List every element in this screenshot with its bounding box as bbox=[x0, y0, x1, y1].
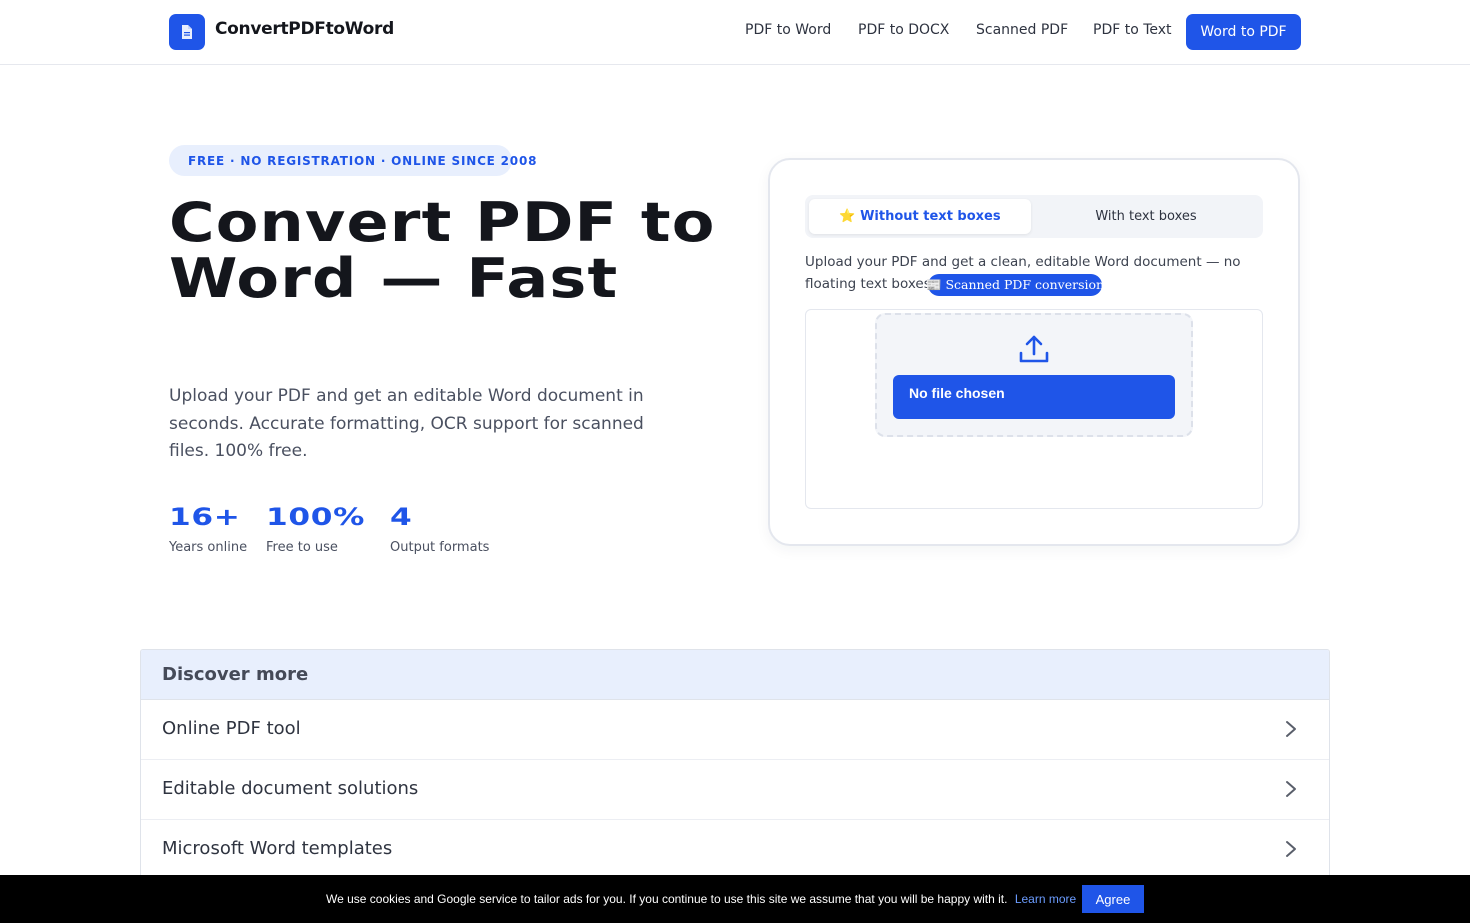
logo[interactable] bbox=[169, 14, 205, 50]
scanned-pdf-link[interactable]: 📰 Scanned PDF conversion bbox=[926, 274, 1104, 296]
agree-button[interactable]: Agree bbox=[1082, 885, 1144, 913]
learn-more-link[interactable]: Learn more bbox=[1015, 892, 1076, 906]
discover-heading: Discover more bbox=[141, 650, 1329, 700]
stat-formats-label: Output formats bbox=[390, 540, 490, 555]
hero-subtitle: Upload your PDF and get an editable Word… bbox=[169, 386, 644, 461]
tab-with-text-boxes[interactable]: With text boxes bbox=[1033, 199, 1259, 234]
discover-item-online-pdf-tool[interactable]: Online PDF tool bbox=[141, 700, 1329, 760]
word-to-pdf-button[interactable]: Word to PDF bbox=[1186, 14, 1301, 50]
page-title: Convert PDF to Word — Fast bbox=[169, 191, 716, 310]
cookie-banner: We use cookies and Google service to tai… bbox=[0, 875, 1470, 923]
file-input[interactable]: No file chosen bbox=[893, 375, 1175, 419]
tab-without-text-boxes[interactable]: ⭐ Without text boxes bbox=[809, 199, 1031, 234]
discover-item-word-templates[interactable]: Microsoft Word templates bbox=[141, 820, 1329, 880]
badge-text: FREE · NO REGISTRATION · ONLINE SINCE 20… bbox=[188, 153, 538, 168]
stat-years-value: 16+ bbox=[169, 503, 241, 531]
stat-formats-value: 4 bbox=[390, 503, 413, 531]
cookie-message: We use cookies and Google service to tai… bbox=[326, 892, 1076, 906]
stat-free-value: 100% bbox=[266, 503, 366, 531]
cookie-text: We use cookies and Google service to tai… bbox=[326, 892, 1008, 906]
discover-item-label: Microsoft Word templates bbox=[162, 838, 393, 859]
stat-years-label: Years online bbox=[169, 540, 248, 555]
discover-item-label: Online PDF tool bbox=[162, 718, 301, 739]
nav-scanned-pdf[interactable]: Scanned PDF bbox=[976, 22, 1068, 38]
discover-item-editable-document[interactable]: Editable document solutions bbox=[141, 760, 1329, 820]
discover-item-label: Editable document solutions bbox=[162, 778, 419, 799]
site-header: ConvertPDFtoWord PDF to Word PDF to DOCX… bbox=[0, 0, 1470, 65]
nav-pdf-to-text[interactable]: PDF to Text bbox=[1093, 22, 1172, 38]
nav-pdf-to-docx[interactable]: PDF to DOCX bbox=[858, 22, 949, 38]
upload-icon bbox=[1019, 335, 1049, 363]
document-icon bbox=[182, 25, 192, 39]
chevron-right-icon bbox=[1286, 721, 1296, 737]
nav-pdf-to-word[interactable]: PDF to Word bbox=[745, 22, 831, 38]
chevron-right-icon bbox=[1286, 841, 1296, 857]
hero-badge: FREE · NO REGISTRATION · ONLINE SINCE 20… bbox=[169, 145, 536, 176]
brand-name[interactable]: ConvertPDFtoWord bbox=[215, 19, 394, 39]
chevron-right-icon bbox=[1286, 781, 1296, 797]
stat-free-label: Free to use bbox=[266, 540, 338, 555]
